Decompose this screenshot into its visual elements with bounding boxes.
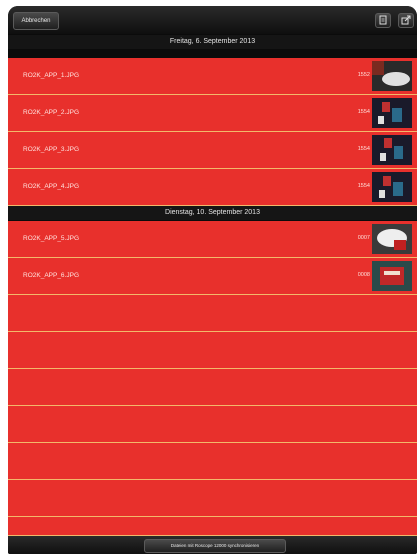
file-row[interactable]: RO2K_APP_2.JPG 1554 [8, 95, 417, 132]
photo-thumbnail [372, 61, 412, 91]
file-row[interactable]: RO2K_APP_5.JPG 0007 [8, 221, 417, 258]
file-name: RO2K_APP_3.JPG [23, 146, 79, 153]
file-number: 1552 [357, 72, 370, 78]
photo-thumbnail [372, 172, 412, 202]
empty-row [8, 369, 417, 406]
empty-row [8, 443, 417, 480]
bottom-toolbar: Dateien mit Roscope 12000 synchronisiere… [8, 536, 417, 554]
sync-button[interactable]: Dateien mit Roscope 12000 synchronisiere… [144, 539, 286, 553]
file-name: RO2K_APP_5.JPG [23, 235, 79, 242]
ipad-screen: Abbrechen Freitag, 6. September 2013 RO2… [8, 6, 417, 554]
file-number: 0007 [357, 235, 370, 241]
file-name: RO2K_APP_2.JPG [23, 109, 79, 116]
empty-row [8, 406, 417, 443]
file-name: RO2K_APP_4.JPG [23, 183, 79, 190]
empty-row [8, 480, 417, 517]
photo-thumbnail [372, 261, 412, 291]
share-icon[interactable] [398, 13, 414, 28]
file-name: RO2K_APP_1.JPG [23, 72, 79, 79]
section-header-date: Dienstag, 10. September 2013 [8, 206, 417, 220]
photo-thumbnail [372, 224, 412, 254]
empty-row [8, 295, 417, 332]
file-row[interactable]: RO2K_APP_4.JPG 1554 [8, 169, 417, 206]
file-number: 1554 [357, 183, 370, 189]
file-number: 1554 [357, 146, 370, 152]
file-row[interactable]: RO2K_APP_6.JPG 0008 [8, 258, 417, 295]
document-icon[interactable] [375, 13, 391, 28]
file-number: 0008 [357, 272, 370, 278]
file-number: 1554 [357, 109, 370, 115]
section-header-date: Freitag, 6. September 2013 [8, 35, 417, 49]
photo-thumbnail [372, 135, 412, 165]
empty-row [8, 332, 417, 369]
file-row[interactable]: RO2K_APP_3.JPG 1554 [8, 132, 417, 169]
cancel-button[interactable]: Abbrechen [13, 12, 59, 30]
top-toolbar: Abbrechen [8, 6, 417, 34]
file-name: RO2K_APP_6.JPG [23, 272, 79, 279]
empty-row [8, 517, 417, 536]
photo-thumbnail [372, 98, 412, 128]
file-row[interactable]: RO2K_APP_1.JPG 1552 [8, 58, 417, 95]
